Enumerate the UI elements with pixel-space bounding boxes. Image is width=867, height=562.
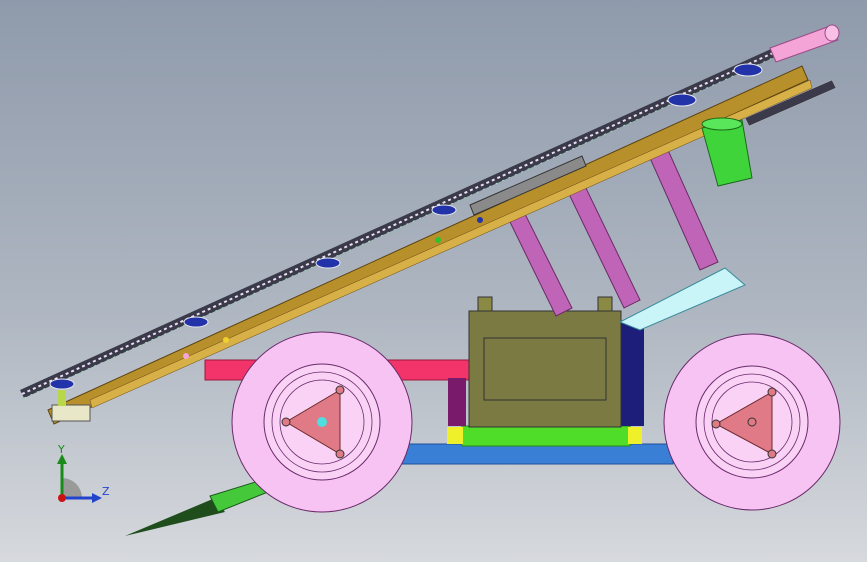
pulley-4 [431, 204, 457, 216]
rail-dot-blue [477, 217, 483, 223]
pulley-3 [315, 257, 341, 269]
x-axis-dot [58, 494, 66, 502]
rail-dot-green [435, 237, 441, 243]
probe-tip [125, 498, 225, 536]
purple-post [448, 378, 466, 426]
left-end-post [58, 390, 66, 406]
navy-post [620, 322, 644, 426]
left-end-bracket [51, 404, 91, 422]
pink-tube [769, 24, 840, 63]
rail-dot-pink [183, 353, 189, 359]
green-bar [461, 425, 631, 447]
pulley-2 [183, 316, 209, 328]
pulley-5 [667, 93, 697, 107]
z-axis-label: Z [102, 485, 110, 498]
model-canvas[interactable] [0, 0, 867, 562]
motor [701, 117, 753, 187]
rail-dot-yellow [223, 337, 229, 343]
y-axis-label: Y [58, 443, 65, 456]
yellow-block-left [447, 427, 463, 444]
pulley-1 [49, 378, 75, 390]
axis-triad[interactable] [40, 440, 120, 510]
strut-2 [567, 183, 641, 309]
base-plate [394, 443, 674, 465]
strut-1 [509, 213, 573, 317]
z-axis-arrow [92, 493, 102, 503]
pulley-6 [733, 63, 763, 77]
yellow-block-right [628, 427, 642, 444]
strut-3 [649, 149, 719, 271]
left-wheel [231, 331, 413, 513]
probe-assembly [125, 479, 269, 536]
triad-quadrant [62, 478, 82, 498]
battery-box [468, 296, 622, 428]
pulley-group [49, 63, 763, 390]
right-wheel [663, 333, 841, 511]
cad-viewport[interactable]: Y Z [0, 0, 867, 562]
